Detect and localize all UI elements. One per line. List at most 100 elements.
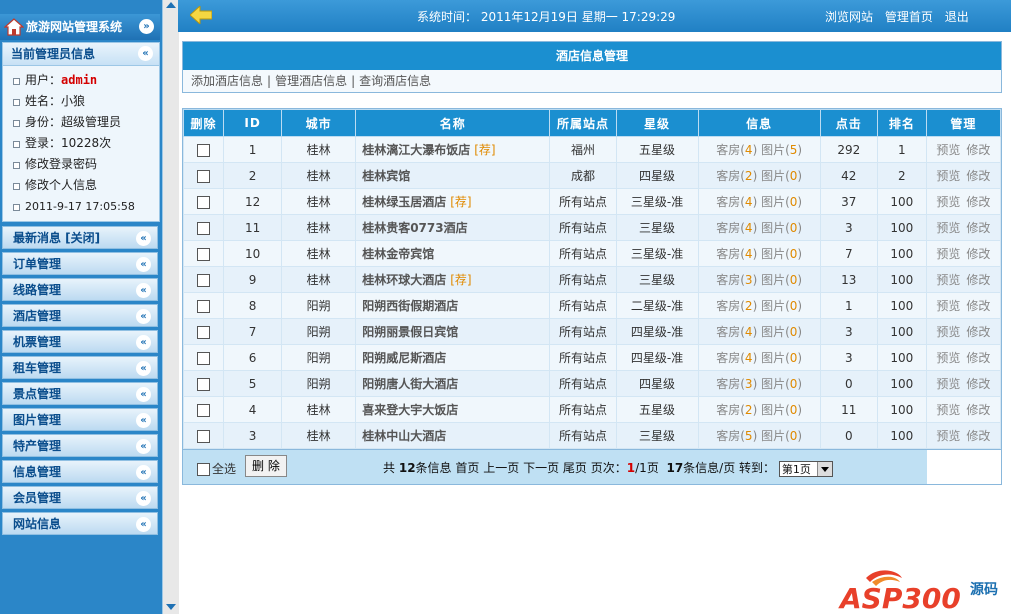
- rooms-link[interactable]: 客房(2): [716, 299, 757, 313]
- sidebar-toggle-strip[interactable]: [162, 0, 179, 614]
- chevron-down-icon[interactable]: [816, 461, 832, 476]
- delete-button[interactable]: 删 除: [245, 455, 287, 477]
- sidebar-menu-item[interactable]: 会员管理 «: [2, 486, 158, 509]
- hotel-name-link[interactable]: 桂林贵客0773酒店: [362, 221, 467, 235]
- sidebar-menu-item[interactable]: 图片管理 «: [2, 408, 158, 431]
- logout-link[interactable]: 退出: [945, 10, 969, 24]
- change-password-link[interactable]: 修改登录密码: [11, 154, 159, 175]
- rooms-link[interactable]: 客房(2): [716, 169, 757, 183]
- first-page-link[interactable]: 首页: [455, 461, 479, 475]
- hotel-name-link[interactable]: 桂林绿玉居酒店: [362, 195, 446, 209]
- sidebar-menu-item[interactable]: 线路管理 «: [2, 278, 158, 301]
- arrow-down-icon[interactable]: [166, 604, 176, 610]
- sidebar-menu-item[interactable]: 景点管理 «: [2, 382, 158, 405]
- query-hotel-link[interactable]: 查询酒店信息: [359, 74, 431, 88]
- collapse-icon[interactable]: «: [138, 46, 153, 61]
- row-checkbox[interactable]: [197, 403, 211, 417]
- row-checkbox[interactable]: [197, 325, 211, 339]
- collapse-icon[interactable]: «: [136, 413, 151, 428]
- preview-link[interactable]: 预览: [936, 403, 960, 417]
- hotel-name-link[interactable]: 桂林环球大酒店: [362, 273, 446, 287]
- edit-link[interactable]: 修改: [966, 403, 990, 417]
- sidebar-menu-item[interactable]: 特产管理 «: [2, 434, 158, 457]
- add-hotel-link[interactable]: 添加酒店信息: [191, 74, 263, 88]
- edit-link[interactable]: 修改: [966, 169, 990, 183]
- collapse-icon[interactable]: «: [136, 439, 151, 454]
- pictures-link[interactable]: 图片(0): [761, 247, 802, 261]
- preview-link[interactable]: 预览: [936, 377, 960, 391]
- hotel-name-link[interactable]: 阳朔唐人街大酒店: [362, 377, 458, 391]
- edit-link[interactable]: 修改: [966, 299, 990, 313]
- row-checkbox[interactable]: [197, 221, 211, 235]
- preview-link[interactable]: 预览: [936, 429, 960, 443]
- edit-link[interactable]: 修改: [966, 351, 990, 365]
- edit-link[interactable]: 修改: [966, 377, 990, 391]
- back-arrow-icon[interactable]: [190, 6, 212, 24]
- hotel-name-link[interactable]: 阳朔丽景假日宾馆: [362, 325, 458, 339]
- row-checkbox[interactable]: [197, 143, 211, 157]
- row-checkbox[interactable]: [197, 195, 211, 209]
- edit-link[interactable]: 修改: [966, 273, 990, 287]
- preview-link[interactable]: 预览: [936, 247, 960, 261]
- collapse-all-icon[interactable]: »: [139, 19, 154, 34]
- edit-link[interactable]: 修改: [966, 247, 990, 261]
- admin-panel-header[interactable]: 当前管理员信息 «: [3, 43, 159, 66]
- collapse-icon[interactable]: «: [136, 231, 151, 246]
- row-checkbox[interactable]: [197, 351, 211, 365]
- pictures-link[interactable]: 图片(0): [761, 351, 802, 365]
- pictures-link[interactable]: 图片(0): [761, 325, 802, 339]
- pictures-link[interactable]: 图片(0): [761, 429, 802, 443]
- edit-link[interactable]: 修改: [966, 325, 990, 339]
- collapse-icon[interactable]: «: [136, 361, 151, 376]
- edit-profile-link[interactable]: 修改个人信息: [11, 175, 159, 196]
- sidebar-menu-item[interactable]: 机票管理 «: [2, 330, 158, 353]
- next-page-link[interactable]: 下一页: [523, 461, 559, 475]
- preview-link[interactable]: 预览: [936, 143, 960, 157]
- hotel-name-link[interactable]: 喜来登大宇大饭店: [362, 403, 458, 417]
- hotel-name-link[interactable]: 桂林宾馆: [362, 169, 410, 183]
- rooms-link[interactable]: 客房(4): [716, 221, 757, 235]
- preview-link[interactable]: 预览: [936, 273, 960, 287]
- row-checkbox[interactable]: [197, 273, 211, 287]
- edit-link[interactable]: 修改: [966, 143, 990, 157]
- rooms-link[interactable]: 客房(3): [716, 273, 757, 287]
- sidebar-menu-item[interactable]: 最新消息 [关闭] «: [2, 226, 158, 249]
- pictures-link[interactable]: 图片(5): [761, 143, 802, 157]
- collapse-icon[interactable]: «: [136, 335, 151, 350]
- preview-link[interactable]: 预览: [936, 325, 960, 339]
- sidebar-menu-item[interactable]: 酒店管理 «: [2, 304, 158, 327]
- admin-home-link[interactable]: 管理首页: [885, 10, 933, 24]
- collapse-icon[interactable]: «: [136, 465, 151, 480]
- row-checkbox[interactable]: [197, 429, 211, 443]
- rooms-link[interactable]: 客房(3): [716, 377, 757, 391]
- edit-link[interactable]: 修改: [966, 429, 990, 443]
- row-checkbox[interactable]: [197, 169, 211, 183]
- sidebar-menu-item[interactable]: 信息管理 «: [2, 460, 158, 483]
- row-checkbox[interactable]: [197, 377, 211, 391]
- pictures-link[interactable]: 图片(0): [761, 221, 802, 235]
- rooms-link[interactable]: 客房(4): [716, 143, 757, 157]
- sidebar-menu-item[interactable]: 订单管理 «: [2, 252, 158, 275]
- hotel-name-link[interactable]: 桂林金帝宾馆: [362, 247, 434, 261]
- pictures-link[interactable]: 图片(0): [761, 299, 802, 313]
- collapse-icon[interactable]: «: [136, 387, 151, 402]
- page-select[interactable]: 第1页: [778, 460, 833, 477]
- arrow-up-icon[interactable]: [166, 2, 176, 8]
- preview-link[interactable]: 预览: [936, 169, 960, 183]
- hotel-name-link[interactable]: 桂林中山大酒店: [362, 429, 446, 443]
- rooms-link[interactable]: 客房(4): [716, 351, 757, 365]
- prev-page-link[interactable]: 上一页: [483, 461, 519, 475]
- pictures-link[interactable]: 图片(0): [761, 169, 802, 183]
- rooms-link[interactable]: 客房(4): [716, 247, 757, 261]
- collapse-icon[interactable]: «: [136, 491, 151, 506]
- select-all-checkbox[interactable]: [197, 463, 210, 476]
- hotel-name-link[interactable]: 阳朔西街假期酒店: [362, 299, 458, 313]
- last-page-link[interactable]: 尾页: [563, 461, 587, 475]
- rooms-link[interactable]: 客房(4): [716, 195, 757, 209]
- preview-link[interactable]: 预览: [936, 351, 960, 365]
- sidebar-menu-item[interactable]: 网站信息 «: [2, 512, 158, 535]
- browse-site-link[interactable]: 浏览网站: [825, 10, 873, 24]
- edit-link[interactable]: 修改: [966, 195, 990, 209]
- collapse-icon[interactable]: «: [136, 257, 151, 272]
- select-all[interactable]: 全选: [197, 460, 236, 477]
